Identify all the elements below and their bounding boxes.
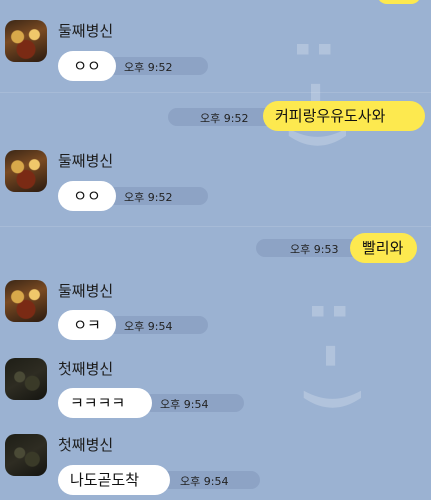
message-bubble[interactable]: ㅇㅇ — [58, 51, 116, 81]
sender-name: 둘째병신 — [58, 152, 114, 170]
message-bubble[interactable]: ㅇㅋ — [58, 310, 116, 340]
message-time: 오후 9:52 — [124, 191, 173, 204]
message-bubble[interactable]: ㅇㅇ — [58, 181, 116, 211]
avatar[interactable] — [5, 358, 47, 400]
message-time: 오후 9:52 — [124, 61, 173, 74]
message-time: 오후 9:54 — [180, 475, 229, 488]
previous-outgoing-bubble — [377, 0, 421, 4]
avatar[interactable] — [5, 20, 47, 62]
sender-name: 둘째병신 — [58, 22, 114, 40]
background-emoticon: :-) — [281, 30, 355, 164]
avatar[interactable] — [5, 150, 47, 192]
divider — [0, 226, 431, 227]
message-time: 오후 9:52 — [200, 112, 249, 125]
message-time: 오후 9:53 — [290, 243, 339, 256]
message-bubble[interactable]: 커피랑우유도사와 — [263, 101, 425, 131]
background-emoticon: :-) — [296, 292, 370, 426]
sender-name: 둘째병신 — [58, 282, 114, 300]
sender-name: 첫째병신 — [58, 436, 114, 454]
avatar[interactable] — [5, 280, 47, 322]
avatar[interactable] — [5, 434, 47, 476]
message-time: 오후 9:54 — [124, 320, 173, 333]
sender-name: 첫째병신 — [58, 360, 114, 378]
message-bubble[interactable]: ㅋㅋㅋㅋ — [58, 388, 152, 418]
message-bubble[interactable]: 빨리와 — [350, 233, 417, 263]
message-bubble[interactable]: 나도곧도착 — [58, 465, 170, 495]
message-time: 오후 9:54 — [160, 398, 209, 411]
divider — [0, 92, 431, 93]
